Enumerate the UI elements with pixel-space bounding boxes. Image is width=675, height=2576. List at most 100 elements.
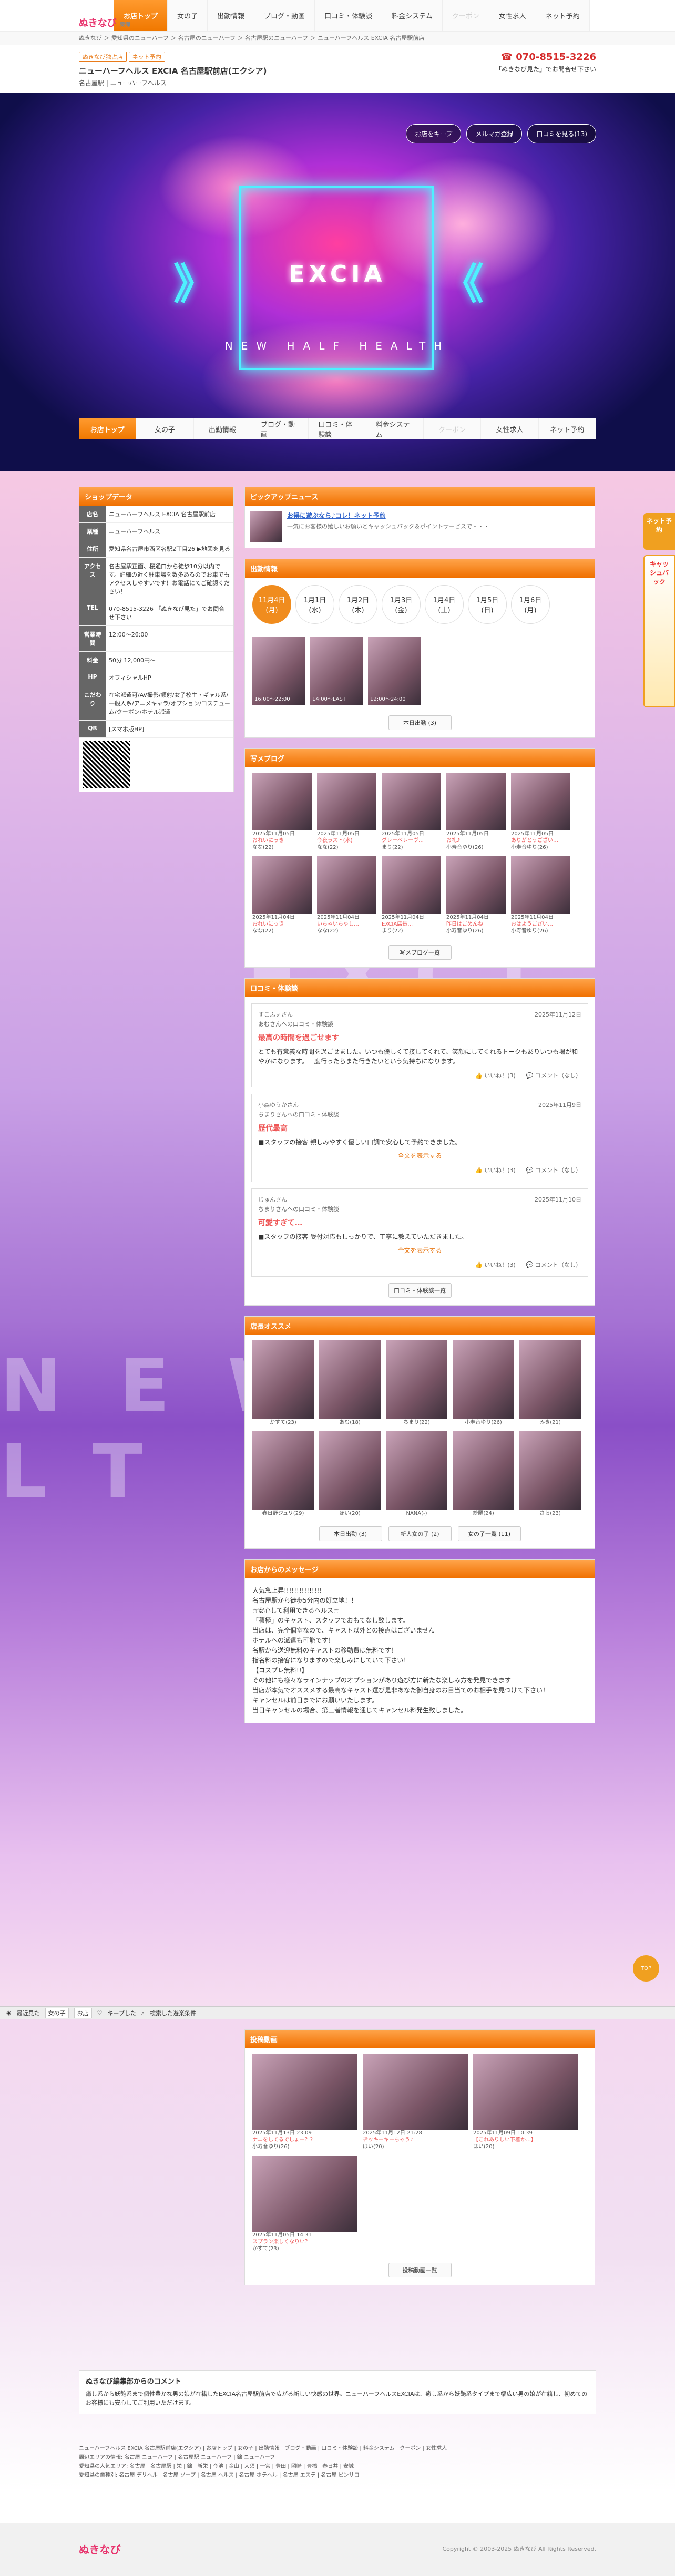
blog-headline[interactable]: ありがとうござい… <box>511 838 558 844</box>
blog-photo[interactable] <box>511 856 570 914</box>
blog-item[interactable]: 2025年11月04日 EXCIA店長… まり(22) <box>382 856 441 935</box>
like-button[interactable]: 👍 いいね！(3) <box>475 1260 516 1270</box>
comment-button[interactable]: 💬 コメント（なし） <box>526 1166 581 1175</box>
subnav-item-6[interactable]: クーポン <box>423 418 482 439</box>
girl-name[interactable]: 小寿音ゆり(26) <box>453 1419 514 1426</box>
girl-name[interactable]: さら(23) <box>519 1510 581 1517</box>
blog-photo[interactable] <box>446 773 506 830</box>
nav-item-2[interactable]: 出勤情報 <box>208 0 255 31</box>
nav-item-3[interactable]: ブログ・動画 <box>254 0 315 31</box>
blog-item[interactable]: 2025年11月05日 今夜ラスト(水) なな(22) <box>317 773 376 851</box>
review-user-name[interactable]: すこふぇさん <box>258 1010 333 1020</box>
post-thumb[interactable] <box>252 2054 357 2130</box>
blog-headline[interactable]: グレーベレーヴ… <box>382 838 424 844</box>
girl-photo[interactable] <box>252 1340 314 1419</box>
girl-name[interactable]: みき(21) <box>519 1419 581 1426</box>
pickup-thumb[interactable] <box>250 511 282 542</box>
nav-item-1[interactable]: 女の子 <box>168 0 208 31</box>
nav-item-4[interactable]: 口コミ・体験談 <box>315 0 383 31</box>
recent-girls-tab[interactable]: 女の子 <box>45 2007 69 2018</box>
blog-headline[interactable]: 昨日はごめんね <box>446 921 483 927</box>
blog-item[interactable]: 2025年11月05日 グレーベレーヴ… まり(22) <box>382 773 441 851</box>
subnav-item-2[interactable]: 出勤情報 <box>193 418 251 439</box>
girl-name[interactable]: 紗羅(24) <box>453 1510 514 1517</box>
all-girls-button[interactable]: 女の子一覧 (11) <box>457 1526 521 1541</box>
blog-item[interactable]: 2025年11月05日 お礼♪ 小寿音ゆり(26) <box>446 773 506 851</box>
blog-photo[interactable] <box>382 773 441 830</box>
blog-headline[interactable]: いちゃいちゃし… <box>317 921 359 927</box>
like-button[interactable]: 👍 いいね！(3) <box>475 1071 516 1081</box>
girl-name[interactable]: ほい(20) <box>319 1510 381 1517</box>
girl-photo[interactable] <box>453 1340 514 1419</box>
subnav-item-3[interactable]: ブログ・動画 <box>251 418 309 439</box>
blog-item[interactable]: 2025年11月04日 おれいにっき なな(22) <box>252 856 312 935</box>
post-headline[interactable]: スプラン楽しくなりい？ <box>252 2239 310 2245</box>
keep-shop-button[interactable]: お店をキープ <box>406 124 462 143</box>
girl-item[interactable]: かすて(23) <box>252 1340 314 1426</box>
post-item[interactable]: 2025年11月09日 10:39 【これありしい下着か…】 ほい(20) <box>473 2054 578 2150</box>
newsletter-button[interactable]: メルマガ登録 <box>466 124 523 143</box>
schedule-girl[interactable]: 12:00〜24:00 <box>368 637 421 705</box>
girl-name[interactable]: あむ(18) <box>319 1419 381 1426</box>
blog-headline[interactable]: EXCIA店長… <box>382 921 413 927</box>
blog-photo[interactable] <box>252 773 312 830</box>
post-thumb[interactable] <box>363 2054 468 2130</box>
girl-item[interactable]: 紗羅(24) <box>453 1431 514 1517</box>
subnav-item-1[interactable]: 女の子 <box>136 418 194 439</box>
footer-link-row[interactable]: ニューハーフヘルス EXCIA 名古屋駅前店(エクシア) | お店トップ | 女… <box>79 2444 596 2453</box>
review-user[interactable]: すこふぇさん あむさんへの口コミ・体験談 <box>258 1010 333 1029</box>
blog-item[interactable]: 2025年11月04日 昨日はごめんね 小寿音ゆり(26) <box>446 856 506 935</box>
site-logo[interactable]: ぬきなび 東海 <box>79 16 130 29</box>
girl-photo[interactable] <box>519 1431 581 1510</box>
pickup-headline[interactable]: お得に遊ぶなら♪コレ！ネット予約 <box>287 511 489 520</box>
subnav-item-0[interactable]: お店トップ <box>79 418 137 439</box>
nav-item-7[interactable]: 女性求人 <box>489 0 536 31</box>
blog-list-button[interactable]: 写メブログ一覧 <box>388 945 452 960</box>
blog-item[interactable]: 2025年11月04日 おはようござい… 小寿音ゆり(26) <box>511 856 570 935</box>
subnav-item-5[interactable]: 料金システム <box>366 418 424 439</box>
subnav-item-4[interactable]: 口コミ・体験談 <box>309 418 366 439</box>
show-full-link[interactable]: 全文を表示する <box>258 1151 581 1161</box>
review-user-name[interactable]: じゅんさん <box>258 1195 339 1205</box>
schedule-girl[interactable]: 14:00〜LAST <box>310 637 363 705</box>
recent-shops-tab[interactable]: お店 <box>74 2007 92 2018</box>
post-item[interactable]: 2025年11月12日 21:28 ヂッキーキーちゃう♪ ほい(20) <box>363 2054 468 2150</box>
footer-link-row[interactable]: 愛知県の業種別: 名古屋 デリヘル | 名古屋 ソープ | 名古屋 ヘルス | … <box>79 2471 596 2480</box>
girl-item[interactable]: ちまり(22) <box>386 1340 447 1426</box>
girl-photo[interactable] <box>319 1431 381 1510</box>
post-item[interactable]: 2025年11月13日 23:09 ナニをしてるでしょー？？ 小寿音ゆり(26) <box>252 2054 357 2150</box>
posts-list-button[interactable]: 投稿動画一覧 <box>388 2263 452 2277</box>
girl-name[interactable]: ちまり(22) <box>386 1419 447 1426</box>
girl-photo[interactable] <box>453 1431 514 1510</box>
shop-phone[interactable]: ☎ 070-8515-3226 <box>495 52 596 63</box>
girl-item[interactable]: NANA(-) <box>386 1431 447 1517</box>
review-user[interactable]: じゅんさん ちまりさんへの口コミ・体験談 <box>258 1195 339 1214</box>
blog-headline[interactable]: おれいにっき <box>252 838 284 844</box>
girl-item[interactable]: 小寿音ゆり(26) <box>453 1340 514 1426</box>
blog-item[interactable]: 2025年11月05日 おれいにっき なな(22) <box>252 773 312 851</box>
nav-item-6[interactable]: クーポン <box>442 0 489 31</box>
comment-button[interactable]: 💬 コメント（なし） <box>526 1260 581 1270</box>
subnav-item-7[interactable]: 女性求人 <box>481 418 539 439</box>
blog-photo[interactable] <box>511 773 570 830</box>
post-headline[interactable]: 【これありしい下着か…】 <box>473 2137 536 2143</box>
blog-item[interactable]: 2025年11月04日 いちゃいちゃし… なな(22) <box>317 856 376 935</box>
blog-photo[interactable] <box>446 856 506 914</box>
blog-item[interactable]: 2025年11月05日 ありがとうござい… 小寿音ゆり(26) <box>511 773 570 851</box>
post-headline[interactable]: ヂッキーキーちゃう♪ <box>363 2137 413 2143</box>
today-attendance-button[interactable]: 本日出勤 (3) <box>388 715 452 730</box>
girl-name[interactable]: NANA(-) <box>386 1510 447 1517</box>
girl-photo[interactable]: 14:00〜LAST <box>310 637 363 705</box>
girl-photo[interactable] <box>252 1431 314 1510</box>
girl-photo[interactable] <box>319 1340 381 1419</box>
girl-photo[interactable] <box>386 1340 447 1419</box>
side-cashback-banner[interactable]: キャッシュバック <box>643 555 675 707</box>
schedule-day[interactable]: 1月5日 (日) <box>468 585 507 624</box>
side-reserve-banner[interactable]: ネット予約 <box>643 513 675 550</box>
show-full-link[interactable]: 全文を表示する <box>258 1246 581 1255</box>
go-top-button[interactable]: TOP <box>633 1955 659 1982</box>
footer-link-row[interactable]: 周辺エリアの情報: 名古屋 ニューハーフ | 名古屋駅 ニューハーフ | 錦 ニ… <box>79 2453 596 2462</box>
subnav-item-8[interactable]: ネット予約 <box>538 418 596 439</box>
nav-item-8[interactable]: ネット予約 <box>536 0 590 31</box>
blog-photo[interactable] <box>382 856 441 914</box>
